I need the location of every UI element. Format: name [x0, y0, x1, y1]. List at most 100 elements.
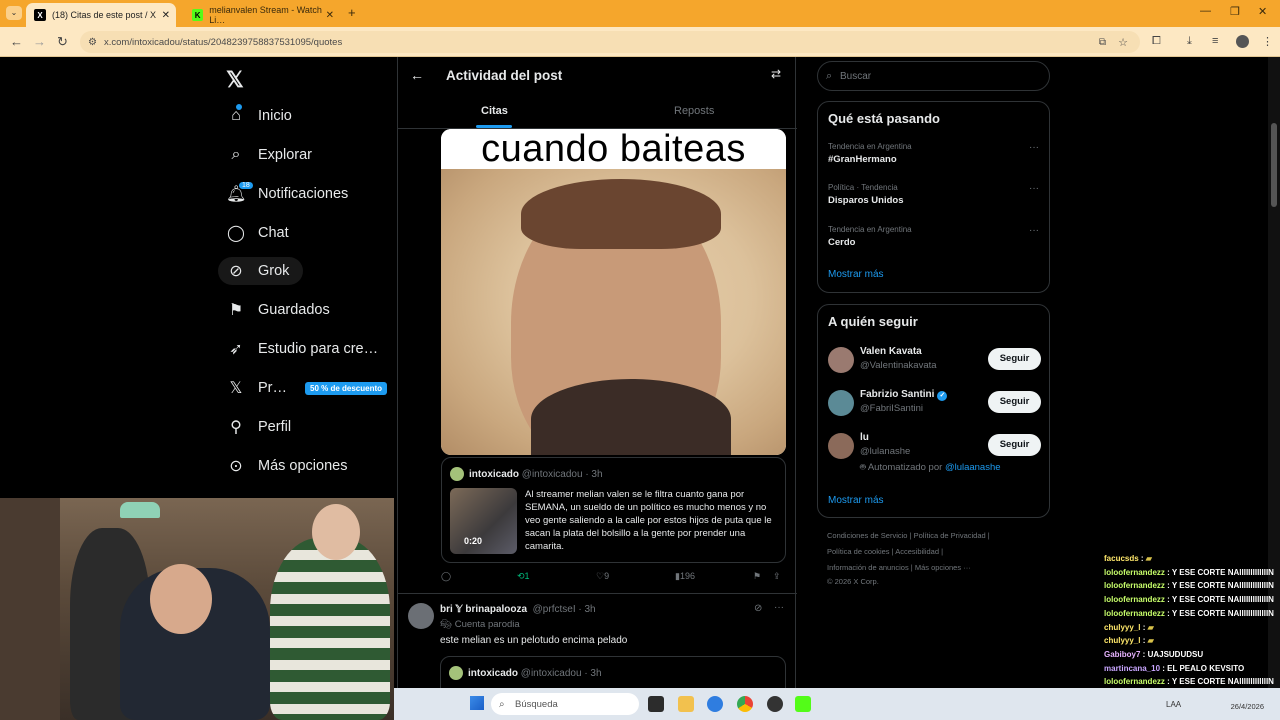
chat-username[interactable]: Gabiboy7 [1104, 650, 1140, 659]
show-more-link[interactable]: Mostrar más [828, 269, 884, 280]
tab-citas[interactable]: Citas [481, 105, 508, 117]
footer-links[interactable]: Información de anuncios | Más opciones ·… [827, 563, 971, 572]
meme-image[interactable]: cuando baiteas [441, 129, 786, 455]
chat-separator: : [1164, 608, 1172, 618]
obs-icon[interactable] [767, 696, 783, 712]
close-tab-icon[interactable]: ✕ [162, 10, 170, 21]
bookmark-star-icon[interactable]: ☆ [1118, 36, 1128, 49]
follow-suggestion[interactable]: Fabrizio Santini ✓ @FabriISantini Seguir [828, 388, 1041, 424]
kick-icon[interactable] [795, 696, 811, 712]
more-icon[interactable]: ··· [774, 602, 784, 613]
language-indicator[interactable]: LAA [1166, 700, 1181, 709]
clock-date[interactable]: 26/4/2026 [1231, 702, 1264, 711]
chat-username[interactable]: loloofernandezz [1104, 677, 1165, 686]
avatar [450, 467, 464, 481]
follow-title: A quién seguir [828, 314, 918, 329]
chat-username[interactable]: loloofernandezz [1104, 568, 1165, 577]
windows-start-icon[interactable] [470, 696, 484, 710]
edge-icon[interactable] [707, 696, 723, 712]
chat-username[interactable]: loloofernandezz [1104, 609, 1165, 618]
views-button[interactable]: ▮ 196 [675, 571, 695, 582]
trend-item[interactable]: Tendencia en Argentina #GranHermano [828, 142, 912, 165]
profile-avatar[interactable] [1236, 35, 1249, 48]
scrollbar-thumb[interactable] [1271, 123, 1277, 207]
more-icon[interactable]: ··· [1029, 225, 1039, 236]
tab-search-button[interactable]: ⌄ [6, 6, 22, 20]
chrome-icon[interactable] [737, 696, 753, 712]
share-icon[interactable]: ⇪ [773, 571, 781, 582]
like-button[interactable]: ♡ 9 [596, 571, 609, 582]
sidebar-item-grok[interactable]: ⊘ Grok [218, 257, 304, 285]
sidebar-item-explorar[interactable]: ⌕ Explorar [226, 141, 312, 169]
taskbar-search[interactable]: ⌕ Búsqueda [491, 693, 639, 715]
author-handle: @prfctseI · 3h [532, 604, 596, 615]
download-icon[interactable]: ⤓ [1187, 35, 1192, 48]
video-thumbnail[interactable]: 0:20 [450, 488, 517, 554]
sidebar-item-estudio[interactable]: ➶ Estudio para cre… [226, 335, 378, 363]
sidebar-item-inicio[interactable]: ⌂ Inicio [226, 102, 292, 130]
more-icon[interactable]: ··· [1029, 183, 1039, 194]
extensions-icon[interactable]: ⧠ [1152, 35, 1161, 48]
chat-message: loloofernandezz : Y ESE CORTE NAIIIIIIII… [1104, 607, 1280, 621]
back-icon[interactable]: ← [10, 34, 23, 49]
tab-reposts[interactable]: Reposts [674, 105, 714, 117]
reload-icon[interactable]: ↻ [57, 34, 68, 50]
reply-icon[interactable]: ◯ [441, 571, 451, 582]
follow-button[interactable]: Seguir [988, 391, 1041, 413]
x-logo-icon[interactable]: 𝕏 [226, 67, 244, 93]
follow-button[interactable]: Seguir [988, 348, 1041, 370]
chat-username[interactable]: martincana_10 [1104, 664, 1160, 673]
show-more-link[interactable]: Mostrar más [828, 495, 884, 506]
quoted-post-text: Al streamer melian valen se le filtra cu… [525, 489, 772, 552]
footer-links[interactable]: Política de cookies | Accesibilidad | [827, 547, 943, 556]
sidebar-item-mas-opciones[interactable]: ⊙ Más opciones [226, 452, 347, 480]
close-tab-icon[interactable]: ✕ [326, 10, 334, 21]
bookmark-icon[interactable]: ⚑ [753, 571, 761, 582]
tab-x[interactable]: X (18) Citas de este post / X ✕ [26, 3, 176, 27]
menu-icon[interactable]: ⋮ [1262, 35, 1273, 48]
automated-by-link[interactable]: @lulaanashe [945, 462, 1001, 473]
grok-icon[interactable]: ⊘ [754, 603, 762, 614]
follow-suggestion[interactable]: lu @lulanashe 🤖︎ Automatizado por @lulaa… [828, 431, 1041, 475]
site-info-icon[interactable]: ⚙ [88, 37, 97, 48]
task-view-icon[interactable] [648, 696, 664, 712]
sidebar-item-chat[interactable]: ◯ Chat [226, 219, 289, 247]
forward-icon[interactable]: → [33, 34, 46, 49]
chat-separator: : [1140, 649, 1148, 659]
follow-suggestion[interactable]: Valen Kavata @Valentinakavata Seguir [828, 345, 1041, 381]
new-tab-icon[interactable]: + [348, 5, 356, 20]
repost-button[interactable]: ⟲ 1 [517, 571, 530, 582]
file-explorer-icon[interactable] [678, 696, 694, 712]
url-field[interactable]: ⚙ x.com/intoxicadou/status/2048239758837… [80, 31, 1140, 53]
sidebar-item-guardados[interactable]: ⚑ Guardados [226, 296, 330, 324]
chat-separator: : [1140, 622, 1148, 632]
grok-icon: ⊘ [229, 263, 243, 280]
avatar [408, 603, 434, 629]
minimize-icon[interactable]: — [1200, 5, 1211, 17]
more-icon[interactable]: ··· [1029, 142, 1039, 153]
chat-username[interactable]: chulyyy_l [1104, 623, 1140, 632]
search-input[interactable]: ⌕ Buscar [817, 61, 1050, 91]
back-arrow-icon[interactable]: ← [410, 67, 424, 83]
chat-username[interactable]: facucsds [1104, 554, 1139, 563]
automated-text: Automatizado por [867, 462, 943, 473]
follow-button[interactable]: Seguir [988, 434, 1041, 456]
verified-icon: ✓ [937, 391, 948, 401]
trend-item[interactable]: Política · Tendencia Disparos Unidos [828, 183, 904, 206]
filter-icon[interactable]: ⇄ [771, 67, 781, 81]
sidebar-item-notificaciones[interactable]: 🔔︎ 18 Notificaciones [226, 180, 348, 208]
chat-username[interactable]: loloofernandezz [1104, 581, 1165, 590]
trend-item[interactable]: Tendencia en Argentina Cerdo [828, 225, 912, 248]
media-icon[interactable]: ≡ [1212, 35, 1218, 47]
chat-username[interactable]: chulyyy_l [1104, 636, 1140, 645]
tab-kick[interactable]: K melianvalen Stream - Watch Li… ✕ [184, 3, 340, 27]
quoted-post[interactable]: intoxicado @intoxicadou · 3h 0:20 Al str… [441, 457, 786, 563]
meme-caption: cuando baiteas [441, 129, 786, 169]
chat-username[interactable]: loloofernandezz [1104, 595, 1165, 604]
sidebar-item-premium[interactable]: 𝕏 Pr… 50 % de descuento [226, 374, 388, 402]
sidebar-item-perfil[interactable]: ⚲ Perfil [226, 413, 291, 441]
install-icon[interactable]: ⧉ [1099, 37, 1106, 48]
restore-icon[interactable]: ❐ [1230, 5, 1240, 18]
close-window-icon[interactable]: ✕ [1258, 5, 1267, 18]
footer-links[interactable]: Condiciones de Servicio | Política de Pr… [827, 531, 990, 540]
